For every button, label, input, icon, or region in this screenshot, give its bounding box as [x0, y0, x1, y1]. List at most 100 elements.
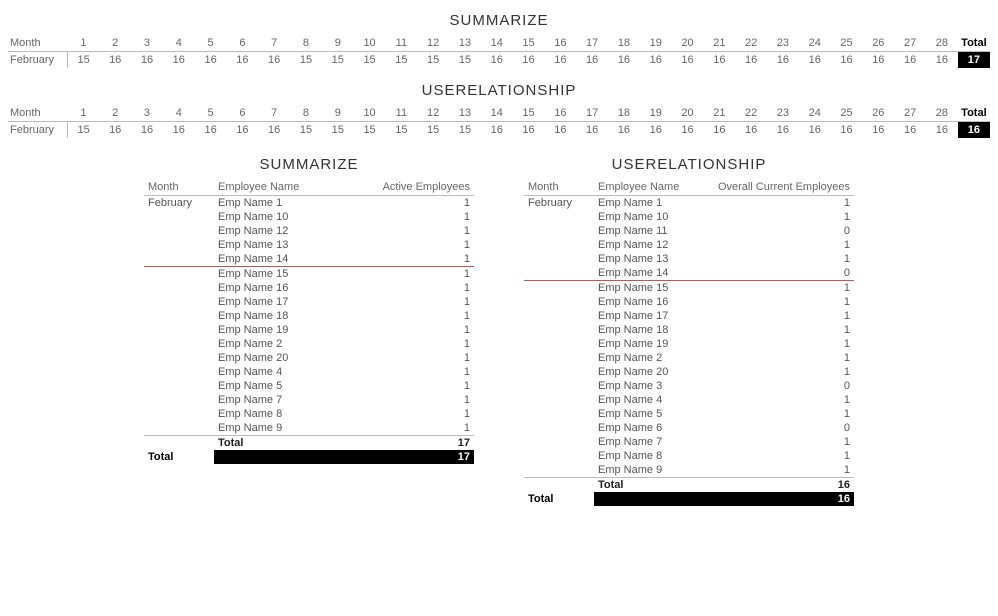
value-cell: 16	[608, 122, 640, 139]
month-cell	[524, 463, 594, 478]
col-day: 4	[163, 35, 195, 52]
month-cell	[144, 252, 214, 267]
col-day: 20	[672, 105, 704, 122]
value-cell: 1	[695, 393, 854, 407]
value-cell: 16	[672, 52, 704, 69]
employee-name-cell: Emp Name 2	[214, 337, 340, 351]
table-row: February15161616161616151515151515161616…	[8, 52, 990, 69]
col-day: 22	[735, 35, 767, 52]
employee-name-cell: Emp Name 12	[214, 224, 340, 238]
value-cell: 1	[340, 238, 474, 252]
table-row: Emp Name 201	[524, 365, 854, 379]
value-cell: 15	[354, 52, 386, 69]
value-cell: 16	[799, 52, 831, 69]
employee-name-cell: Emp Name 2	[594, 351, 695, 365]
month-cell	[524, 449, 594, 463]
value-cell: 16	[894, 122, 926, 139]
value-cell: 1	[340, 210, 474, 224]
total-cell: 17	[958, 52, 990, 69]
value-cell: 16	[703, 52, 735, 69]
employee-name-cell: Emp Name 1	[594, 196, 695, 211]
table-row: Emp Name 161	[144, 281, 474, 295]
employee-name-cell: Emp Name 4	[594, 393, 695, 407]
table-row: Emp Name 71	[144, 393, 474, 407]
value-cell: 1	[340, 309, 474, 323]
col-day: 7	[258, 35, 290, 52]
table-row: Emp Name 41	[144, 365, 474, 379]
month-cell	[144, 281, 214, 295]
col-month: Month	[8, 105, 68, 122]
value-cell: 16	[131, 122, 163, 139]
col-day: 28	[926, 35, 958, 52]
col-day: 15	[513, 35, 545, 52]
table-row: Emp Name 121	[144, 224, 474, 238]
employee-name-cell: Emp Name 9	[214, 421, 340, 436]
grand-total-value: 16	[695, 492, 854, 506]
employee-name-cell: Emp Name 20	[594, 365, 695, 379]
employee-name-cell: Emp Name 13	[214, 238, 340, 252]
value-cell: 1	[695, 351, 854, 365]
employee-name-cell: Emp Name 8	[214, 407, 340, 421]
value-cell: 1	[340, 196, 474, 211]
value-cell: 16	[513, 52, 545, 69]
col-day: 1	[68, 35, 100, 52]
value-cell: 15	[290, 52, 322, 69]
value-cell: 16	[226, 52, 258, 69]
month-cell	[524, 252, 594, 266]
month-cell	[144, 365, 214, 379]
month-cell	[524, 365, 594, 379]
value-cell: 0	[695, 266, 854, 281]
value-cell: 1	[695, 210, 854, 224]
value-cell: 15	[449, 122, 481, 139]
value-cell: 16	[640, 52, 672, 69]
section-title: SUMMARIZE	[8, 12, 990, 29]
col-day: 26	[862, 35, 894, 52]
value-cell: 16	[131, 52, 163, 69]
table-row: Emp Name 91	[144, 421, 474, 436]
value-cell: 1	[340, 421, 474, 436]
month-cell	[524, 309, 594, 323]
value-cell: 16	[735, 52, 767, 69]
value-cell: 0	[695, 421, 854, 435]
col-day: 9	[322, 35, 354, 52]
col-total: Total	[958, 105, 990, 122]
col-day: 3	[131, 35, 163, 52]
value-cell: 15	[68, 52, 100, 69]
value-cell: 1	[340, 407, 474, 421]
employee-name-cell: Emp Name 14	[214, 252, 340, 267]
table-row: Emp Name 131	[144, 238, 474, 252]
employee-name-cell: Emp Name 8	[594, 449, 695, 463]
table-row: Emp Name 151	[524, 281, 854, 296]
table-row: Emp Name 21	[144, 337, 474, 351]
section-title: USERELATIONSHIP	[8, 82, 990, 99]
employee-name-cell: Emp Name 6	[594, 421, 695, 435]
col-day: 7	[258, 105, 290, 122]
month-cell	[144, 309, 214, 323]
grand-total-label: Total	[144, 450, 214, 464]
col-day: 22	[735, 105, 767, 122]
table-row: Emp Name 141	[144, 252, 474, 267]
table-row: Emp Name 151	[144, 267, 474, 282]
subtotal-value: 17	[340, 436, 474, 451]
col-day: 27	[894, 105, 926, 122]
table-row: Emp Name 81	[524, 449, 854, 463]
table-row: FebruaryEmp Name 11	[524, 196, 854, 211]
value-cell: 15	[322, 52, 354, 69]
value-cell: 15	[417, 122, 449, 139]
employee-name-cell: Emp Name 1	[214, 196, 340, 211]
detail-table: MonthEmployee NameOverall Current Employ…	[524, 179, 854, 506]
value-cell: 16	[831, 122, 863, 139]
month-cell	[144, 407, 214, 421]
grand-total-value: 17	[340, 450, 474, 464]
value-cell: 1	[340, 337, 474, 351]
table-row: Emp Name 131	[524, 252, 854, 266]
col-day: 14	[481, 35, 513, 52]
value-cell: 16	[513, 122, 545, 139]
month-cell	[524, 435, 594, 449]
col-day: 12	[417, 105, 449, 122]
table-row: Emp Name 181	[524, 323, 854, 337]
month-cell	[144, 421, 214, 436]
col-day: 27	[894, 35, 926, 52]
col-day: 2	[99, 35, 131, 52]
col-day: 23	[767, 35, 799, 52]
